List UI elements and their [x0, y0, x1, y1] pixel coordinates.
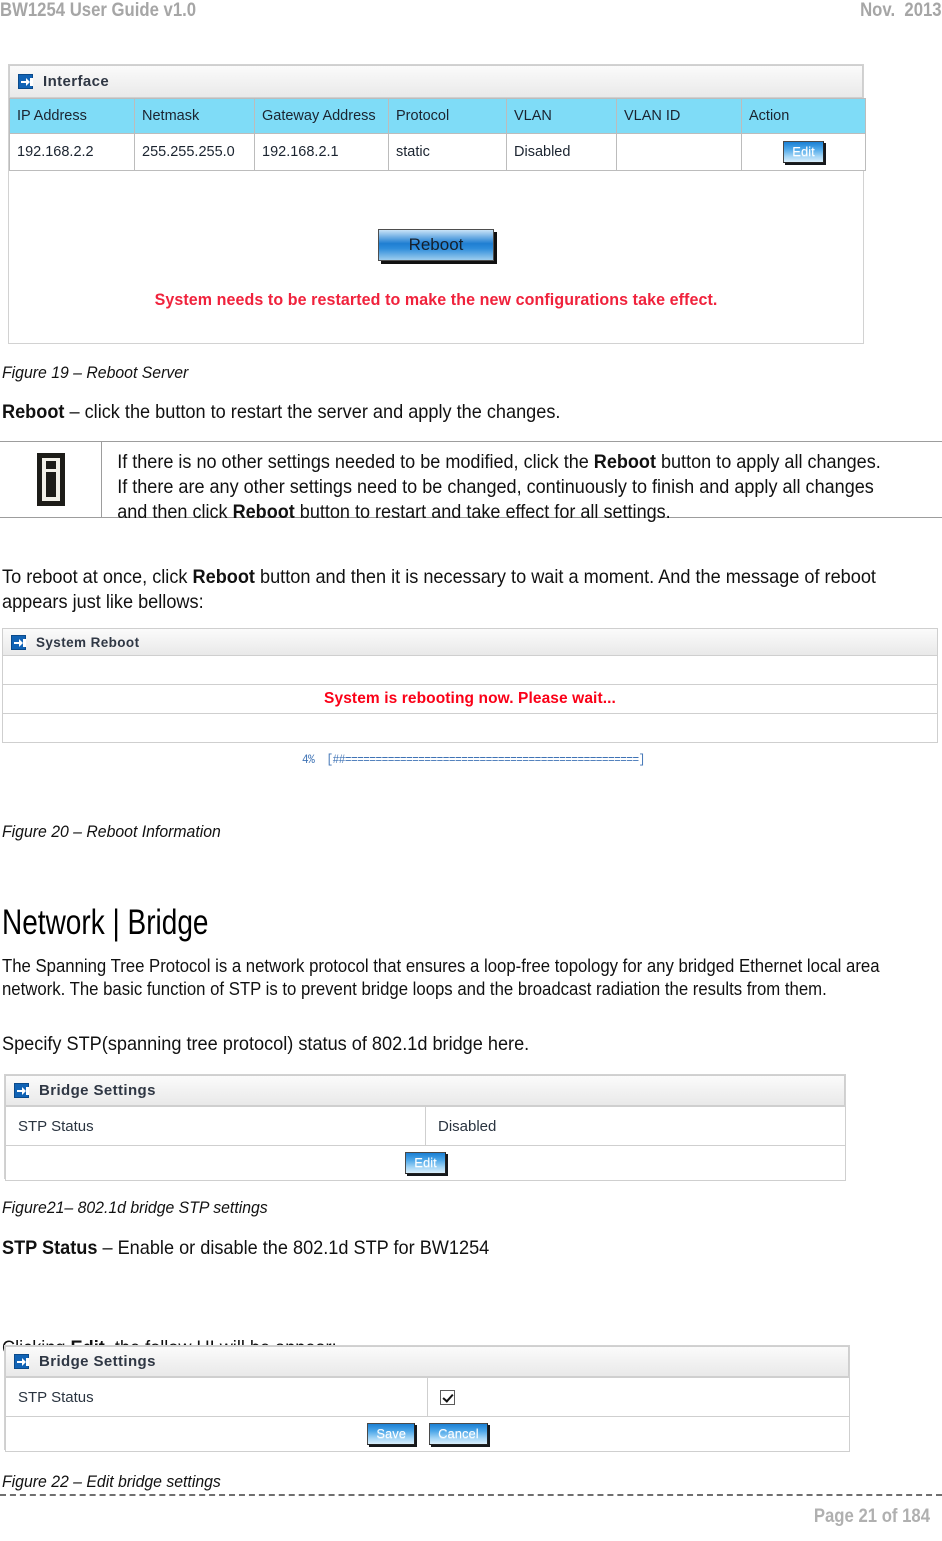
interface-panel-title: Interface: [43, 73, 110, 90]
save-button[interactable]: Save: [367, 1423, 415, 1445]
header-date-right: Nov. 2013: [860, 0, 942, 21]
figure20-caption: Figure 20 – Reboot Information: [2, 822, 221, 841]
table-row: 192.168.2.2 255.255.255.0 192.168.2.1 st…: [9, 133, 866, 171]
col-gateway-address: Gateway Address: [254, 98, 389, 134]
table-row-stp-status: STP Status Disabled: [5, 1106, 846, 1146]
interface-edit-button[interactable]: Edit: [783, 141, 824, 163]
bridge-settings-table: STP Status Disabled Edit: [5, 1106, 846, 1181]
bridge-edit-actions-cell: Save Cancel: [5, 1416, 850, 1452]
cell-gateway-address: 192.168.2.1: [254, 133, 389, 171]
figure21-screenshot: Bridge Settings STP Status Disabled Edit: [4, 1074, 846, 1181]
reboot-description: Reboot – click the button to restart the…: [2, 400, 913, 425]
cell-vlan-id: [616, 133, 742, 171]
cell-action: Edit: [741, 133, 866, 171]
col-vlan: VLAN: [506, 98, 617, 134]
note-text-part3: button to restart and take effect for al…: [294, 502, 671, 523]
stp-status-label: STP Status: [5, 1106, 426, 1146]
col-ip-address: IP Address: [9, 98, 135, 134]
note-bold-reboot-2: Reboot: [232, 502, 295, 523]
reboot-description-rest: – click the button to restart the server…: [64, 401, 561, 423]
figure20-screenshot: System Reboot System is rebooting now. P…: [2, 628, 938, 788]
stp-status-checkbox-cell: [427, 1377, 850, 1417]
figure19-screenshot: Interface IP Address Netmask Gateway Add…: [8, 64, 866, 344]
info-icon-inner: [41, 458, 60, 501]
system-reboot-panel-header: System Reboot: [2, 628, 938, 656]
reboot-intro-part1: To reboot at once, click: [2, 566, 193, 588]
reboot-button[interactable]: Reboot: [377, 229, 495, 261]
figure22-screenshot: Bridge Settings STP Status Save Cancel: [4, 1345, 850, 1452]
rebooting-message: System is rebooting now. Please wait...: [324, 690, 616, 707]
bridge-actions-cell: Edit: [5, 1145, 846, 1181]
reboot-warning-text: System needs to be restarted to make the…: [154, 291, 718, 309]
system-reboot-panel-title: System Reboot: [36, 634, 140, 650]
note-icon-cell: [0, 442, 102, 517]
system-reboot-spacer-row-top: [2, 656, 938, 685]
document-page: BW1254 User Guide v1.0 Nov. 2013 Interfa…: [0, 0, 942, 1541]
info-icon-dot: [45, 461, 56, 469]
table-row-edit-actions: Save Cancel: [5, 1416, 850, 1452]
reboot-button-wrap: Reboot: [9, 229, 863, 261]
note-box: If there is no other settings needed to …: [0, 441, 942, 523]
col-vlan-id: VLAN ID: [616, 98, 742, 134]
panel-arrow-icon: [14, 1354, 29, 1369]
info-icon-stem: [45, 472, 56, 497]
stp-status-term: STP Status: [2, 1237, 98, 1259]
note-text: If there is no other settings needed to …: [102, 442, 900, 523]
cell-netmask: 255.255.255.0: [134, 133, 255, 171]
info-icon: [36, 453, 65, 506]
table-row-actions: Edit: [5, 1145, 846, 1181]
stp-status-checkbox[interactable]: [440, 1390, 455, 1406]
stp-status-description: STP Status – Enable or disable the 802.1…: [2, 1236, 913, 1261]
table-row-stp-status-edit: STP Status: [5, 1377, 850, 1417]
stp-status-edit-label: STP Status: [5, 1377, 428, 1417]
cancel-button[interactable]: Cancel: [429, 1423, 488, 1445]
col-action: Action: [741, 98, 866, 134]
bridge-settings-edit-table: STP Status Save Cancel: [5, 1377, 850, 1452]
figure21-caption: Figure21– 802.1d bridge STP settings: [2, 1198, 268, 1217]
figure19-caption: Figure 19 – Reboot Server: [2, 363, 189, 382]
document-header: BW1254 User Guide v1.0 Nov. 2013: [0, 0, 942, 30]
panel-arrow-icon: [18, 74, 33, 89]
section-heading-network-bridge: Network | Bridge: [2, 903, 209, 942]
reboot-intro-bold: Reboot: [192, 566, 255, 588]
system-reboot-spacer-row-bottom: [2, 714, 938, 743]
col-protocol: Protocol: [388, 98, 507, 134]
stp-status-value: Disabled: [425, 1106, 846, 1146]
bridge-settings-panel-header: Bridge Settings: [5, 1075, 845, 1106]
cell-vlan: Disabled: [506, 133, 617, 171]
cell-protocol: static: [388, 133, 507, 171]
interface-table: IP Address Netmask Gateway Address Proto…: [9, 98, 866, 171]
reboot-term: Reboot: [2, 401, 65, 423]
bridge-settings-edit-panel-header: Bridge Settings: [5, 1346, 849, 1377]
panel-arrow-icon: [11, 634, 26, 650]
table-header-row: IP Address Netmask Gateway Address Proto…: [9, 98, 866, 134]
reboot-progress-bar: 4% [##==================================…: [302, 752, 645, 767]
figure22-caption: Figure 22 – Edit bridge settings: [2, 1472, 221, 1491]
section-paragraph-1: The Spanning Tree Protocol is a network …: [2, 956, 880, 999]
footer-divider: [0, 1494, 942, 1496]
bridge-settings-edit-panel-title: Bridge Settings: [39, 1353, 156, 1370]
note-bold-reboot-1: Reboot: [593, 452, 656, 473]
bridge-edit-button[interactable]: Edit: [405, 1152, 446, 1174]
system-reboot-message-row: System is rebooting now. Please wait...: [2, 685, 938, 714]
stp-status-description-rest: – Enable or disable the 802.1d STP for B…: [97, 1237, 490, 1259]
header-title-left: BW1254 User Guide v1.0: [0, 0, 197, 21]
col-netmask: Netmask: [134, 98, 255, 134]
panel-arrow-icon: [14, 1083, 29, 1098]
cell-ip-address: 192.168.2.2: [9, 133, 135, 171]
reboot-intro-paragraph: To reboot at once, click Reboot button a…: [2, 565, 932, 615]
bridge-settings-panel-title: Bridge Settings: [39, 1082, 156, 1099]
note-text-part1: If there is no other settings needed to …: [117, 452, 594, 473]
interface-panel-header: Interface: [9, 65, 863, 98]
footer-page-number: Page 21 of 184: [813, 1506, 930, 1527]
section-paragraph-2: Specify STP(spanning tree protocol) stat…: [2, 1033, 530, 1055]
